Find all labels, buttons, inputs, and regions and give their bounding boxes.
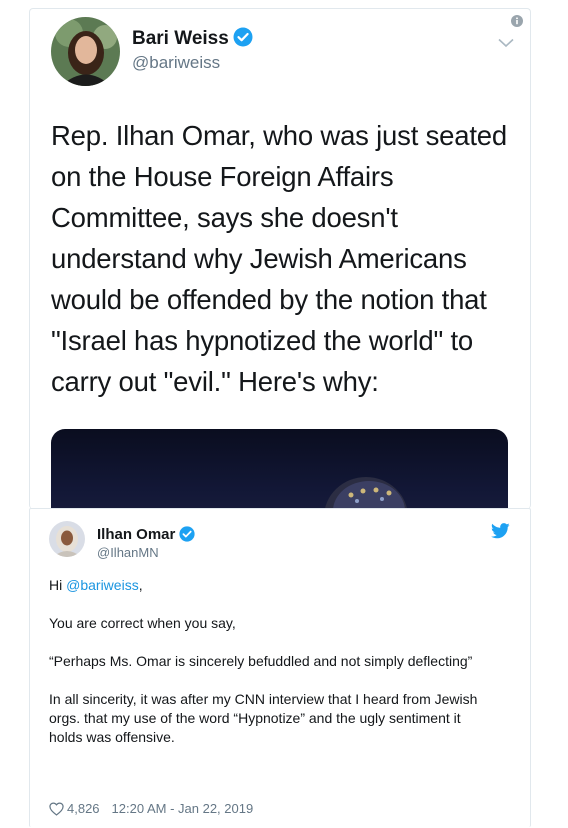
- like-count[interactable]: 4,826: [67, 801, 100, 816]
- quoted-tweet-card[interactable]: Ilhan Omar @IlhanMN Hi @bariweiss, You a…: [29, 508, 531, 827]
- tweet-meta: 4,826 12:20 AM - Jan 22, 2019: [49, 801, 253, 819]
- verified-badge-icon: [179, 526, 195, 546]
- avatar[interactable]: [49, 521, 85, 557]
- paragraph-1: You are correct when you say,: [49, 615, 236, 631]
- author-name-text[interactable]: Bari Weiss: [132, 28, 229, 49]
- heart-icon[interactable]: [49, 802, 64, 819]
- quoted-tweet-text: Hi @bariweiss, You are correct when you …: [49, 576, 489, 766]
- tweet-text: Rep. Ilhan Omar, who was just seated on …: [51, 120, 507, 397]
- greeting-prefix: Hi: [49, 577, 67, 593]
- quoted-author-handle[interactable]: @IlhanMN: [97, 545, 159, 560]
- author-handle[interactable]: @bariweiss: [132, 53, 220, 73]
- greeting-line: Hi @bariweiss,: [49, 576, 489, 595]
- verified-badge-icon: [233, 27, 253, 53]
- timestamp[interactable]: 12:20 AM - Jan 22, 2019: [112, 801, 254, 816]
- twitter-bird-icon[interactable]: [491, 523, 510, 544]
- paragraph-3: In all sincerity, it was after my CNN in…: [49, 691, 478, 745]
- mention-link[interactable]: @bariweiss: [66, 577, 139, 593]
- chevron-down-icon[interactable]: [498, 35, 514, 53]
- tweet-media-image[interactable]: [51, 429, 508, 509]
- greeting-suffix: ,: [138, 577, 143, 593]
- avatar[interactable]: [51, 17, 120, 86]
- paragraph-2: “Perhaps Ms. Omar is sincerely befuddled…: [49, 653, 473, 669]
- quoted-author-name-text[interactable]: Ilhan Omar: [97, 526, 175, 543]
- main-tweet-card: Bari Weiss @bariweiss Rep. Ilhan Omar, w…: [29, 8, 531, 509]
- author-name[interactable]: Bari Weiss: [132, 27, 253, 53]
- quoted-author-name[interactable]: Ilhan Omar: [97, 526, 195, 546]
- info-icon[interactable]: [511, 14, 523, 32]
